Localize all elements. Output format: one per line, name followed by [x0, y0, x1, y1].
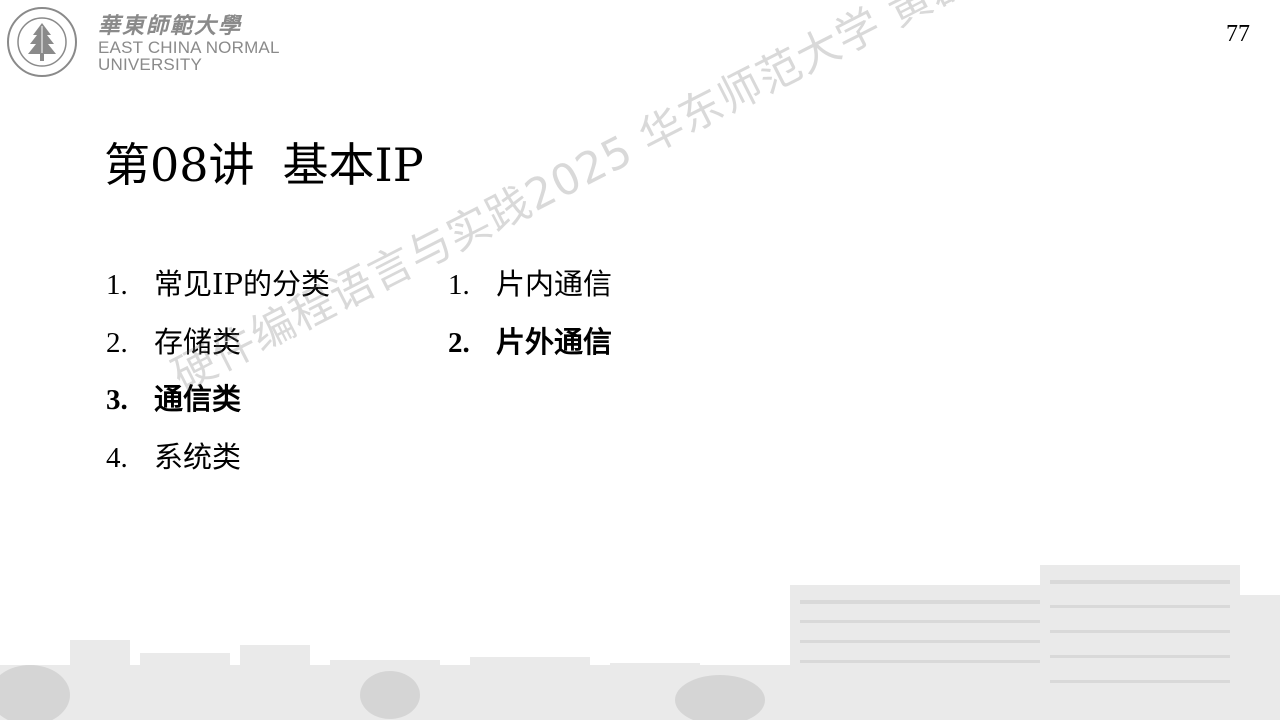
outline-item-label: 通信类: [154, 382, 242, 416]
outline-subitem-number: 1.: [448, 269, 470, 301]
outline-item-label: 系统类: [154, 439, 242, 474]
outline-subitem: 1. 片内通信: [448, 262, 612, 320]
university-name-en-line2: UNIVERSITY: [98, 55, 203, 74]
university-logo: 華東師範大學 EAST CHINA NORMAL UNIVERSITY: [6, 6, 296, 78]
title-lecture: 第08讲: [104, 138, 255, 192]
outline-list-left: 1. 常见IP的分类 2. 存储类 3. 通信类 4. 系统类: [106, 262, 330, 492]
outline-list-right: 1. 片内通信 2. 片外通信: [448, 262, 612, 377]
outline-item-number: 1.: [106, 269, 128, 301]
slide: 華東師範大學 EAST CHINA NORMAL UNIVERSITY 77 第…: [0, 0, 1280, 720]
university-name-cn: 華東師範大學: [98, 13, 243, 39]
outline-item: 1. 常见IP的分类: [106, 262, 330, 320]
outline-item-number: 3.: [106, 384, 128, 416]
outline-item-label: 常见IP的分类: [154, 267, 330, 301]
outline-item-number: 4.: [106, 441, 128, 474]
outline-subitem-label: 片内通信: [496, 267, 613, 301]
outline-item-active: 3. 通信类: [106, 377, 330, 435]
page-number: 77: [1226, 21, 1250, 47]
title-topic: 基本IP: [282, 138, 424, 192]
outline-item-number: 2.: [106, 326, 128, 359]
campus-skyline-background: [0, 565, 1280, 720]
university-seal-icon: [7, 7, 77, 77]
outline-subitem-active: 2. 片外通信: [448, 320, 612, 378]
slide-title: 第08讲 基本IP: [104, 140, 424, 191]
outline-subitem-number: 2.: [448, 326, 470, 359]
outline-item-label: 存储类: [154, 324, 242, 359]
outline-item: 2. 存储类: [106, 320, 330, 378]
outline-item: 4. 系统类: [106, 435, 330, 493]
outline-subitem-label: 片外通信: [496, 324, 613, 359]
